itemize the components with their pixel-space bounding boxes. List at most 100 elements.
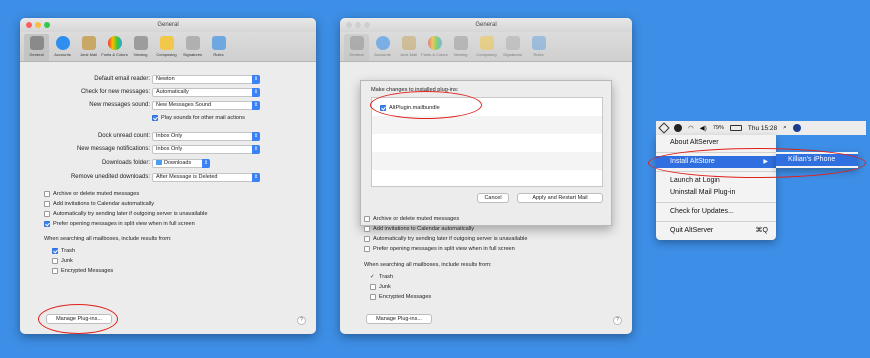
default-reader-select[interactable]: Newton ⇕ (152, 75, 260, 84)
minimize-icon[interactable] (355, 22, 361, 28)
check-messages-select[interactable]: Automatically ⇕ (152, 88, 260, 97)
chevron-updown-icon: ⇕ (252, 132, 260, 141)
checkbox[interactable] (364, 216, 370, 222)
menu-item-check-updates[interactable]: Check for Updates... (656, 206, 776, 218)
checkbox[interactable] (44, 221, 50, 227)
minimize-icon[interactable] (35, 22, 41, 28)
pencil-icon (479, 36, 494, 50)
notifications-select[interactable]: Inbox Only ⇕ (152, 145, 260, 154)
close-icon[interactable] (346, 22, 352, 28)
rules-icon (531, 36, 546, 50)
clock[interactable]: Thu 15:28 (748, 125, 777, 132)
folder-icon (156, 160, 162, 166)
fonts-icon (107, 36, 122, 50)
switch-icon (29, 36, 44, 50)
remove-downloads-select[interactable]: After Message is Deleted ⇕ (152, 173, 260, 182)
search-trash[interactable]: ✓ Trash (370, 272, 393, 282)
tab-rules[interactable]: Rules (526, 34, 551, 61)
tab-junk-mail[interactable]: Junk Mail (396, 34, 421, 61)
default-reader-label: Default email reader: (94, 76, 150, 82)
switch-icon (349, 36, 364, 50)
search-trash[interactable]: Trash (52, 246, 75, 256)
tab-accounts[interactable]: Accounts (50, 34, 75, 61)
option-send-later[interactable]: Automatically try sending later if outgo… (44, 209, 208, 219)
search-junk[interactable]: Junk (52, 256, 73, 266)
glasses-icon (453, 36, 468, 50)
battery-percent[interactable]: 79% (713, 125, 724, 131)
menu-item-uninstall-plugin[interactable]: Uninstall Mail Plug-in (656, 187, 776, 199)
option-add-invitations[interactable]: Add invitations to Calendar automaticall… (44, 199, 154, 209)
checkbox[interactable] (52, 268, 58, 274)
checkbox[interactable] (52, 258, 58, 264)
title-bar: General (20, 18, 316, 32)
tab-general[interactable]: General (344, 34, 369, 61)
manage-plugins-button[interactable]: Manage Plug-ins... (366, 314, 432, 324)
tab-fonts-colors[interactable]: Fonts & Colors (101, 34, 128, 61)
help-button[interactable]: ? (297, 316, 306, 325)
search-junk[interactable]: Junk (370, 282, 391, 292)
tab-rules[interactable]: Rules (206, 34, 231, 61)
checkbox[interactable] (44, 211, 50, 217)
altserver-status-icon[interactable] (658, 122, 670, 134)
new-sound-select[interactable]: New Messages Sound ⇕ (152, 101, 260, 110)
tab-signatures[interactable]: Signatures (500, 34, 525, 61)
notifications-label: New message notifications: (76, 146, 150, 152)
tab-fonts-colors[interactable]: Fonts & Colors (421, 34, 448, 61)
apply-restart-button[interactable]: Apply and Restart Mail (517, 193, 603, 203)
search-encrypted[interactable]: Encrypted Messages (370, 292, 431, 302)
downloads-label: Downloads folder: (101, 160, 150, 166)
close-icon[interactable] (26, 22, 32, 28)
option-split-view[interactable]: Prefer opening messages in split view wh… (364, 244, 515, 254)
list-row (372, 116, 602, 134)
title-bar: General (340, 18, 632, 32)
tab-accounts[interactable]: Accounts (370, 34, 395, 61)
list-row (372, 152, 602, 170)
checkbox[interactable] (52, 248, 58, 254)
search-encrypted[interactable]: Encrypted Messages (52, 266, 113, 276)
checkbox[interactable] (364, 236, 370, 242)
option-add-invitations[interactable]: Add invitations to Calendar automaticall… (364, 224, 474, 234)
tab-junk-mail[interactable]: Junk Mail (76, 34, 101, 61)
option-archive-muted[interactable]: Archive or delete muted messages (364, 214, 459, 224)
checkbox[interactable] (370, 294, 376, 300)
downloads-select[interactable]: Downloads ⇕ (152, 159, 210, 168)
tab-general[interactable]: General (24, 34, 49, 61)
tab-composing[interactable]: Composing (154, 34, 179, 61)
highlight-circle (38, 304, 118, 334)
checkbox[interactable] (44, 191, 50, 197)
tab-viewing[interactable]: Viewing (128, 34, 153, 61)
signature-icon (185, 36, 200, 50)
menu-item-quit[interactable]: Quit AltServer ⌘Q (656, 225, 776, 237)
volume-icon[interactable]: ◀) (700, 124, 707, 132)
siri-icon[interactable] (792, 124, 801, 132)
option-archive-muted[interactable]: Archive or delete muted messages (44, 189, 139, 199)
window-controls (346, 22, 370, 28)
option-send-later[interactable]: Automatically try sending later if outgo… (364, 234, 528, 244)
search-icon[interactable]: ⌕ (783, 124, 787, 132)
checkbox[interactable] (364, 226, 370, 232)
checkbox[interactable] (44, 201, 50, 207)
checkbox[interactable] (370, 284, 376, 290)
tab-signatures[interactable]: Signatures (180, 34, 205, 61)
wifi-icon[interactable]: ◠ (688, 124, 694, 132)
prefs-toolbar: General Accounts Junk Mail Fonts & Color… (340, 32, 632, 62)
battery-icon[interactable] (729, 125, 742, 131)
glasses-icon (133, 36, 148, 50)
tab-composing[interactable]: Composing (474, 34, 499, 61)
zoom-icon[interactable] (364, 22, 370, 28)
menu-separator (656, 221, 776, 222)
tab-viewing[interactable]: Viewing (448, 34, 473, 61)
chevron-updown-icon: ⇕ (252, 88, 260, 97)
play-sounds-checkbox[interactable] (152, 115, 158, 121)
play-sounds-row[interactable]: Play sounds for other mail actions (152, 113, 245, 123)
zoom-icon[interactable] (44, 22, 50, 28)
help-button[interactable]: ? (613, 316, 622, 325)
dock-count-select[interactable]: Inbox Only ⇕ (152, 132, 260, 141)
option-split-view[interactable]: Prefer opening messages in split view wh… (44, 219, 195, 229)
cancel-button[interactable]: Cancel (477, 193, 509, 203)
checkbox[interactable] (364, 246, 370, 252)
bullet-icon[interactable] (674, 124, 682, 132)
remove-downloads-label: Remove unedited downloads: (70, 174, 150, 180)
mail-preferences-window-plugins: General General Accounts Junk Mail Fonts… (340, 18, 632, 334)
chevron-updown-icon: ⇕ (252, 101, 260, 110)
